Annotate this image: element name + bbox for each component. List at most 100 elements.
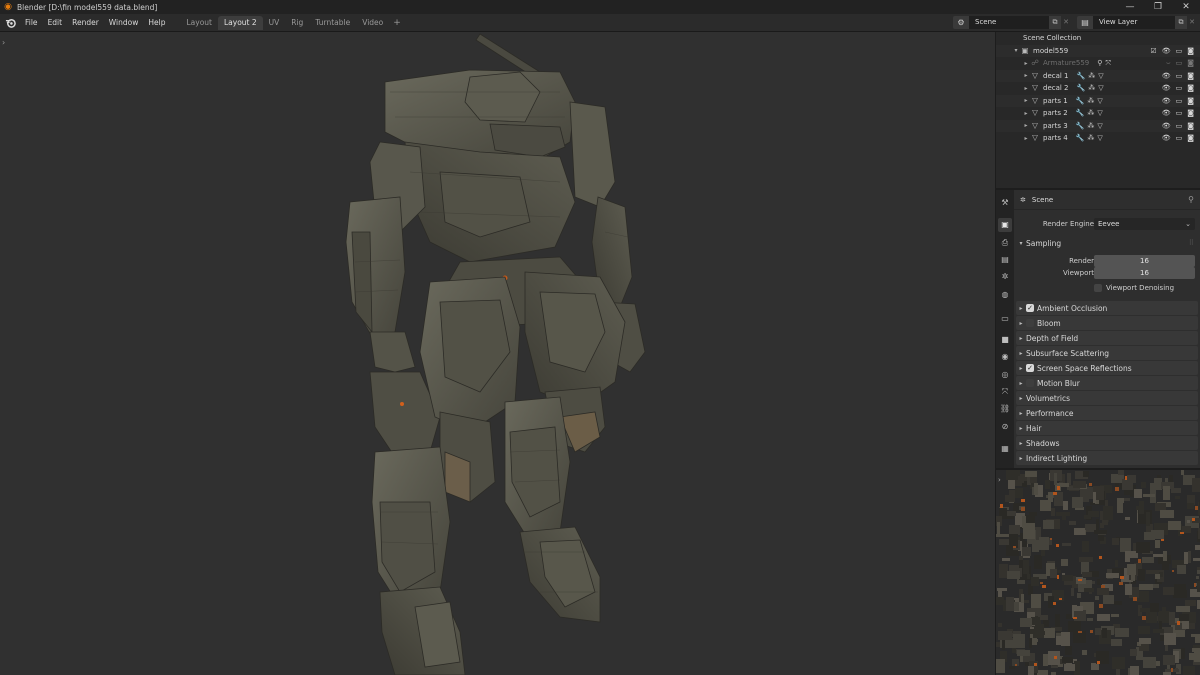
checkbox-icon[interactable] [1094,284,1102,292]
modifier-properties-icon[interactable]: ◉ [998,350,1012,364]
tab-layout[interactable]: Layout [180,16,218,30]
checkbox-icon[interactable] [1026,379,1034,387]
expand-arrow-icon[interactable]: ▸ [1022,85,1030,92]
output-properties-icon[interactable]: ⎙ [998,236,1012,250]
render-properties-icon[interactable]: ▣ [998,218,1012,232]
scene-browse-icon[interactable]: ⚙ [953,16,969,29]
monitor-icon[interactable]: ▭ [1176,59,1183,68]
collection-properties-icon[interactable]: ▭ [998,312,1012,326]
checkbox-icon[interactable]: ☑ [1150,47,1156,55]
expand-arrow-icon[interactable]: ▸ [1022,97,1030,104]
outliner-item-decal-2[interactable]: ▸ ▽ decal 2 🔧 ⁂ ▽ 👁 ▭ ◙ [996,82,1200,95]
panel-shadows[interactable]: ▸ Shadows [1016,436,1198,450]
panel-volumetrics[interactable]: ▸ Volumetrics [1016,391,1198,405]
panel-indirect-lighting[interactable]: ▸ Indirect Lighting [1016,451,1198,465]
sidebar-expand-icon[interactable]: › [998,476,1001,484]
data-properties-icon[interactable]: ⊘ [998,420,1012,434]
camera-icon[interactable]: ◙ [1187,59,1194,68]
checkbox-icon[interactable] [1026,319,1034,327]
scene-name-field[interactable]: Scene [969,16,1049,29]
tab-turntable[interactable]: Turntable [309,16,356,30]
particles-properties-icon[interactable]: ◎ [998,368,1012,382]
panel-ambient-occlusion[interactable]: ▸ ✓ Ambient Occlusion [1016,301,1198,315]
panel-bloom[interactable]: ▸ Bloom [1016,316,1198,330]
drag-handle-icon[interactable]: ⠿ [1189,239,1194,247]
image-editor-texture-preview[interactable]: › [996,470,1200,675]
world-properties-icon[interactable]: ◍ [998,288,1012,302]
eye-icon[interactable]: 👁 [1162,109,1171,117]
camera-icon[interactable]: ◙ [1187,97,1194,105]
expand-arrow-icon[interactable]: ▸ [1022,135,1030,142]
camera-icon[interactable]: ◙ [1187,72,1194,80]
expand-arrow-icon[interactable]: ▾ [1012,47,1020,54]
eye-icon[interactable]: 👁 [1162,84,1171,92]
view-layer-icon[interactable]: ▤ [998,253,1012,267]
checkbox-icon[interactable]: ✓ [1026,364,1034,372]
maximize-button[interactable]: ❐ [1144,0,1172,14]
blender-logo-icon[interactable] [2,15,18,31]
outliner-item-parts-3[interactable]: ▸ ▽ parts 3 🔧 ⁂ ▽ 👁 ▭ ◙ [996,119,1200,132]
camera-icon[interactable]: ◙ [1187,109,1194,117]
menu-help[interactable]: Help [143,15,170,31]
tab-rig[interactable]: Rig [285,16,309,30]
checkbox-icon[interactable]: ✓ [1026,304,1034,312]
outliner-collection-row[interactable]: ▾ ▣ model559 ☑ 👁 ▭ ◙ [996,44,1200,57]
outliner-item-armature[interactable]: ▸ ☍ Armature559 ⚲ ⤧ ⌣ ▭ ◙ [996,57,1200,70]
monitor-icon[interactable]: ▭ [1176,134,1183,142]
panel-motion-blur[interactable]: ▸ Motion Blur [1016,376,1198,390]
outliner-item-parts-1[interactable]: ▸ ▽ parts 1 🔧 ⁂ ▽ 👁 ▭ ◙ [996,94,1200,107]
new-view-layer-icon[interactable]: ⧉ [1175,16,1187,29]
camera-icon[interactable]: ◙ [1187,122,1194,130]
monitor-icon[interactable]: ▭ [1176,72,1183,80]
tool-icon[interactable]: ⚒ [998,196,1012,210]
panel-performance[interactable]: ▸ Performance [1016,406,1198,420]
expand-arrow-icon[interactable]: ▸ [1022,60,1030,67]
outliner-item-parts-4[interactable]: ▸ ▽ parts 4 🔧 ⁂ ▽ 👁 ▭ ◙ [996,132,1200,145]
delete-scene-icon[interactable]: ✕ [1061,16,1071,29]
texture-properties-icon[interactable]: ▦ [998,442,1012,456]
panel-hair[interactable]: ▸ Hair [1016,421,1198,435]
view-layer-name-field[interactable]: View Layer [1093,16,1175,29]
outliner-item-parts-2[interactable]: ▸ ▽ parts 2 🔧 ⁂ ▽ 👁 ▭ ◙ [996,107,1200,120]
scene-properties-icon[interactable]: ✲ [998,270,1012,284]
view-layer-browse-icon[interactable]: ▤ [1077,16,1093,29]
eye-icon[interactable]: 👁 [1162,134,1171,142]
menu-window[interactable]: Window [104,15,144,31]
physics-properties-icon[interactable]: ⤧ [998,385,1012,399]
outliner-root-row[interactable]: Scene Collection [996,32,1200,45]
monitor-icon[interactable]: ▭ [1176,84,1183,92]
outliner[interactable]: Scene Collection ▾ ▣ model559 ☑ 👁 ▭ ◙ ▸ … [996,32,1200,188]
viewport-denoising-checkbox[interactable]: Viewport Denoising [1094,284,1174,292]
camera-icon[interactable]: ◙ [1187,47,1194,55]
tab-video[interactable]: Video [356,16,389,30]
render-engine-dropdown[interactable]: Eevee ⌄ [1094,218,1195,230]
expand-arrow-icon[interactable]: ▸ [1022,110,1030,117]
expand-arrow-icon[interactable]: ▸ [1022,122,1030,129]
monitor-icon[interactable]: ▭ [1176,47,1183,55]
sampling-render-field[interactable]: 16 [1094,255,1195,267]
camera-icon[interactable]: ◙ [1187,84,1194,92]
panel-sampling[interactable]: ▾ Sampling ⠿ [1016,236,1198,250]
monitor-icon[interactable]: ▭ [1176,97,1183,105]
eye-icon[interactable]: 👁 [1162,97,1171,105]
3d-viewport[interactable]: › [0,32,995,675]
sampling-viewport-field[interactable]: 16 [1094,267,1195,279]
object-properties-icon[interactable]: ■ [998,333,1012,347]
menu-render[interactable]: Render [67,15,104,31]
eye-icon[interactable]: 👁 [1162,122,1171,130]
pin-icon[interactable]: ⚲ [1188,195,1194,204]
menu-edit[interactable]: Edit [43,15,68,31]
expand-arrow-icon[interactable]: ▸ [1022,72,1030,79]
new-scene-icon[interactable]: ⧉ [1049,16,1061,29]
add-workspace-button[interactable]: + [389,16,405,30]
panel-depth-of-field[interactable]: ▸ Depth of Field [1016,331,1198,345]
tab-uv[interactable]: UV [263,16,286,30]
close-button[interactable]: ✕ [1172,0,1200,14]
panel-subsurface-scattering[interactable]: ▸ Subsurface Scattering [1016,346,1198,360]
outliner-item-decal-1[interactable]: ▸ ▽ decal 1 🔧 ⁂ ▽ 👁 ▭ ◙ [996,69,1200,82]
delete-view-layer-icon[interactable]: ✕ [1187,16,1197,29]
eye-icon[interactable]: 👁 [1162,47,1171,55]
camera-icon[interactable]: ◙ [1187,134,1194,142]
constraints-properties-icon[interactable]: ⛓ [998,402,1012,416]
eye-icon[interactable]: 👁 [1162,72,1171,80]
